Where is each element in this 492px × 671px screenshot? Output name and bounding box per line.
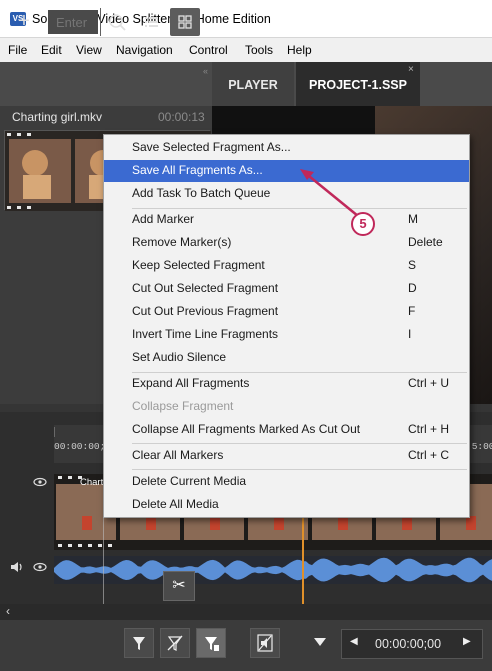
eye-icon[interactable] — [32, 561, 48, 573]
menu-edit[interactable]: Edit — [41, 43, 62, 57]
tab-project[interactable]: PROJECT-1.SSP — [296, 62, 420, 106]
menu-bar: File Edit View Navigation Control Tools … — [0, 38, 492, 62]
horizontal-scrollbar[interactable] — [0, 604, 492, 620]
menu-file[interactable]: File — [8, 43, 27, 57]
menu-item-remove-markers[interactable]: Remove Marker(s) Delete — [104, 232, 469, 254]
next-frame-icon[interactable]: ▶ — [463, 636, 471, 647]
context-menu: Save Selected Fragment As... Save All Fr… — [103, 134, 470, 518]
menu-item-delete-all-media[interactable]: Delete All Media — [104, 494, 469, 516]
menu-help[interactable]: Help — [287, 43, 312, 57]
search-input[interactable] — [48, 10, 98, 34]
menu-item-cut-out-selected[interactable]: Cut Out Selected Fragment D — [104, 278, 469, 300]
menu-item-keep-selected[interactable]: Keep Selected Fragment S — [104, 255, 469, 277]
tab-player[interactable]: PLAYER — [212, 62, 294, 106]
step-badge: 5 — [351, 212, 375, 236]
scissors-icon[interactable]: ✂ — [163, 571, 195, 601]
filter-dropdown-icon[interactable] — [312, 634, 328, 653]
menu-item-audio-silence[interactable]: Set Audio Silence — [104, 347, 469, 369]
menu-item-save-all-fragments[interactable]: Save All Fragments As... — [104, 160, 469, 182]
menu-item-collapse-fragment: Collapse Fragment — [132, 399, 234, 413]
list-icon[interactable] — [136, 8, 166, 36]
menu-item-collapse-all-cut[interactable]: Collapse All Fragments Marked As Cut Out… — [104, 419, 469, 441]
filter-off-icon[interactable] — [160, 628, 190, 658]
media-filename: Charting girl.mkv — [12, 110, 103, 124]
panel-collapse-handle[interactable]: « — [203, 66, 208, 76]
menu-control[interactable]: Control — [189, 43, 228, 57]
menu-separator — [132, 443, 467, 444]
menu-tools[interactable]: Tools — [245, 43, 273, 57]
menu-navigation[interactable]: Navigation — [116, 43, 173, 57]
audio-track[interactable] — [54, 556, 492, 584]
speaker-icon[interactable] — [10, 560, 24, 574]
plus-icon[interactable]: + — [8, 10, 40, 34]
time-value[interactable]: 00:00:00;00 — [375, 637, 441, 651]
prev-frame-icon[interactable]: ◀ — [350, 636, 358, 647]
clip-label: Chart — [80, 477, 104, 488]
scroll-left-icon[interactable]: ‹ — [6, 604, 10, 618]
menu-item-save-selected-fragment[interactable]: Save Selected Fragment As... — [104, 137, 469, 159]
filter-selected-icon[interactable] — [196, 628, 226, 658]
tab-close-icon[interactable]: × — [408, 64, 414, 75]
menu-separator — [132, 469, 467, 470]
menu-item-delete-current-media[interactable]: Delete Current Media — [104, 471, 469, 493]
filter-marker-icon[interactable] — [124, 628, 154, 658]
menu-view[interactable]: View — [76, 43, 102, 57]
menu-item-cut-out-previous[interactable]: Cut Out Previous Fragment F — [104, 301, 469, 323]
mute-cut-icon[interactable] — [250, 628, 280, 658]
menu-item-add-task-batch[interactable]: Add Task To Batch Queue — [104, 183, 469, 205]
menu-item-expand-all[interactable]: Expand All Fragments Ctrl + U — [104, 373, 469, 395]
menu-item-invert-fragments[interactable]: Invert Time Line Fragments I — [104, 324, 469, 346]
eye-icon[interactable] — [32, 476, 48, 488]
media-duration: 00:00:13 — [158, 110, 205, 124]
search-icon[interactable] — [100, 8, 132, 36]
menu-item-clear-markers[interactable]: Clear All Markers Ctrl + C — [104, 445, 469, 467]
menu-item-add-marker[interactable]: Add Marker M — [104, 209, 469, 231]
grid-icon[interactable] — [170, 8, 200, 36]
